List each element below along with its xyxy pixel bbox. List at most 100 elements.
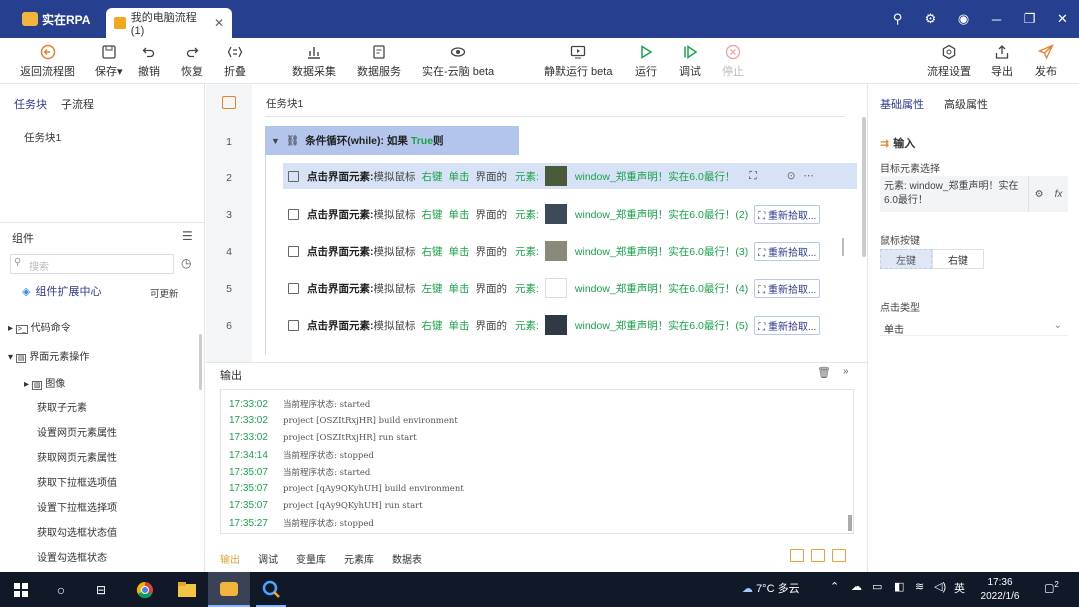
avatar[interactable]: ◉ [947, 11, 980, 27]
tray-up-icon[interactable]: ⌃ [830, 580, 839, 593]
pick-element-icon[interactable]: ⛶ [749, 170, 756, 183]
refetch-button[interactable]: ⛶ 重新拾取... [754, 278, 821, 298]
refetch-button[interactable]: ⛶ 重新拾取... [754, 204, 821, 224]
list-toggle-icon[interactable]: ☰ [182, 229, 193, 243]
tab-datatable[interactable]: 数据表 [392, 551, 422, 566]
stop-button[interactable]: 停止 [722, 44, 744, 79]
tree-image[interactable]: ▸ ▧ 图像 [24, 375, 65, 390]
tree-code-commands[interactable]: ▸ >_ 代码命令 [8, 319, 71, 334]
click-type-select[interactable]: ⌄ 单击 [880, 318, 1068, 336]
cloud-brain-button[interactable]: 实在-云脑 beta [422, 44, 494, 79]
data-collect-button[interactable]: 数据采集 [292, 44, 336, 79]
rpa-picker-taskbar-icon[interactable] [256, 572, 286, 607]
formula-button[interactable]: fx [1055, 189, 1063, 200]
tab-output[interactable]: 输出 [220, 551, 240, 566]
volume-icon[interactable]: ◁) [934, 580, 946, 593]
redo-button[interactable]: 恢复 [181, 44, 203, 79]
undo-button[interactable]: 撤销 [138, 44, 160, 79]
tab-subflow[interactable]: 子流程 [61, 96, 94, 112]
layout-left-icon[interactable] [790, 549, 804, 562]
tab-task-block[interactable]: 任务块 [14, 96, 47, 112]
data-service-icon [373, 45, 385, 59]
canvas-tab[interactable]: 任务块1 [266, 96, 303, 111]
restore-icon[interactable]: ❐ [1013, 11, 1046, 27]
line-number: 6 [226, 320, 232, 332]
silent-run-button[interactable]: 静默运行 beta [544, 44, 612, 79]
back-to-flowchart-button[interactable]: 返回流程图 [20, 44, 75, 79]
chevron-down-icon: ⌄ [1053, 320, 1062, 331]
run-step-icon[interactable]: ⊙ [787, 170, 796, 182]
debug-button[interactable]: 调试 [679, 44, 701, 79]
refetch-button[interactable]: ⛶ 重新拾取... [754, 241, 821, 261]
tab-debug[interactable]: 调试 [258, 551, 278, 566]
save-button[interactable]: 保存▾ [95, 44, 123, 79]
fold-button[interactable]: 折叠 [224, 44, 246, 79]
refetch-button[interactable]: ⛶ 重新拾取... [754, 315, 821, 335]
canvas-scrollbar[interactable] [862, 117, 866, 257]
flow-step-row[interactable]: 点击界面元素: 模拟鼠标 右键 单击 界面的 元素: window_郑重声明！实… [283, 163, 857, 189]
weather-widget[interactable]: ☁ 7°C 多云 [742, 580, 800, 596]
gear-icon[interactable]: ⚙ [1035, 189, 1044, 200]
target-element-field[interactable]: 元素: window_郑重声明！实在6.0最行！ [880, 176, 1028, 212]
clock[interactable]: 17:36 2022/1/6 [972, 576, 1028, 604]
collapse-icon[interactable]: ▼ [271, 136, 280, 146]
tray-cloud-icon[interactable]: ☁ [851, 580, 862, 593]
tree-set-dropdown[interactable]: 设置下拉框选择项 [37, 499, 117, 514]
flow-step-row[interactable]: 点击界面元素: 模拟鼠标 右键 单击 界面的 元素: window_郑重声明！实… [283, 312, 857, 338]
publish-button[interactable]: 发布 [1035, 44, 1057, 79]
tree-set-checkbox[interactable]: 设置勾选框状态 [37, 549, 107, 564]
task-block-item[interactable]: 任务块1 [12, 130, 61, 145]
flow-step-row[interactable]: 点击界面元素: 模拟鼠标 右键 单击 界面的 元素: window_郑重声明！实… [283, 201, 857, 227]
update-badge[interactable]: 可更新 [150, 286, 179, 300]
task-doc-icon[interactable] [222, 96, 236, 109]
output-title: 输出 [220, 370, 242, 382]
windows-start-icon[interactable] [8, 572, 34, 607]
layout-right-icon[interactable] [832, 549, 846, 562]
while-loop-block[interactable]: ▼ ⛓ 条件循环(while): 如果 True则 [265, 126, 519, 155]
close-window-icon[interactable]: ✕ [1046, 11, 1079, 27]
flow-step-row[interactable]: 点击界面元素: 模拟鼠标 左键 单击 界面的 元素: window_郑重声明！实… [283, 275, 857, 301]
left-button-option[interactable]: 左键 [880, 249, 932, 269]
tree-get-web-attr[interactable]: 获取网页元素属性 [37, 449, 117, 464]
search-icon[interactable]: ⚲ [881, 11, 914, 27]
tree-get-checkbox[interactable]: 获取勾选框状态值 [37, 524, 117, 539]
tab-flow-document[interactable]: 我的电脑流程(1) ✕ [106, 8, 232, 38]
network-icon[interactable]: ◧ [894, 580, 904, 593]
wifi-icon[interactable]: ≋ [915, 580, 924, 593]
tab-variables[interactable]: 变量库 [296, 551, 326, 566]
more-icon[interactable]: ⋯ [804, 170, 815, 182]
collapse-output-icon[interactable]: » [843, 366, 849, 377]
rpa-app-taskbar-icon[interactable] [208, 572, 250, 607]
layout-bottom-icon[interactable] [811, 549, 825, 562]
history-icon[interactable]: ◷ [181, 256, 191, 270]
tree-get-dropdown[interactable]: 获取下拉框选项值 [37, 474, 117, 489]
flow-step-row[interactable]: 点击界面元素: 模拟鼠标 右键 单击 界面的 元素: window_郑重声明！实… [283, 238, 857, 264]
tab-basic-props[interactable]: 基础属性 [880, 96, 924, 112]
data-service-button[interactable]: 数据服务 [357, 44, 401, 79]
flow-settings-button[interactable]: 流程设置 [927, 44, 971, 79]
search-circle-icon[interactable]: ○ [48, 572, 74, 607]
run-button[interactable]: 运行 [635, 44, 657, 79]
chrome-icon[interactable] [130, 572, 160, 607]
component-search-input[interactable]: 搜索 [10, 254, 174, 274]
file-explorer-icon[interactable] [172, 572, 202, 607]
right-button-option[interactable]: 右键 [932, 249, 984, 269]
notification-icon[interactable]: ▢2 [1044, 580, 1059, 595]
ime-indicator[interactable]: 英 [954, 580, 965, 596]
close-tab-icon[interactable]: ✕ [214, 16, 224, 30]
tab-advanced-props[interactable]: 高级属性 [944, 96, 988, 112]
tree-ui-element-ops[interactable]: ▾ ▤ 界面元素操作 [8, 348, 89, 363]
step-icon [288, 170, 299, 182]
minimize-icon[interactable]: ─ [980, 12, 1013, 27]
tree-get-child[interactable]: 获取子元素 [37, 399, 87, 414]
tab-elements[interactable]: 元素库 [344, 551, 374, 566]
settings-icon[interactable]: ⚙ [914, 11, 947, 27]
tray-monitor-icon[interactable]: ▭ [872, 580, 882, 593]
export-button[interactable]: 导出 [991, 44, 1013, 79]
tree-set-web-attr[interactable]: 设置网页元素属性 [37, 424, 117, 439]
extension-center-link[interactable]: ◈ 组件扩展中心 [22, 283, 101, 299]
clear-output-icon[interactable]: 🗑 [817, 366, 831, 379]
output-scrollbar[interactable] [848, 515, 852, 531]
task-view-icon[interactable]: ⊟ [88, 572, 114, 607]
left-scrollbar[interactable] [199, 334, 202, 390]
